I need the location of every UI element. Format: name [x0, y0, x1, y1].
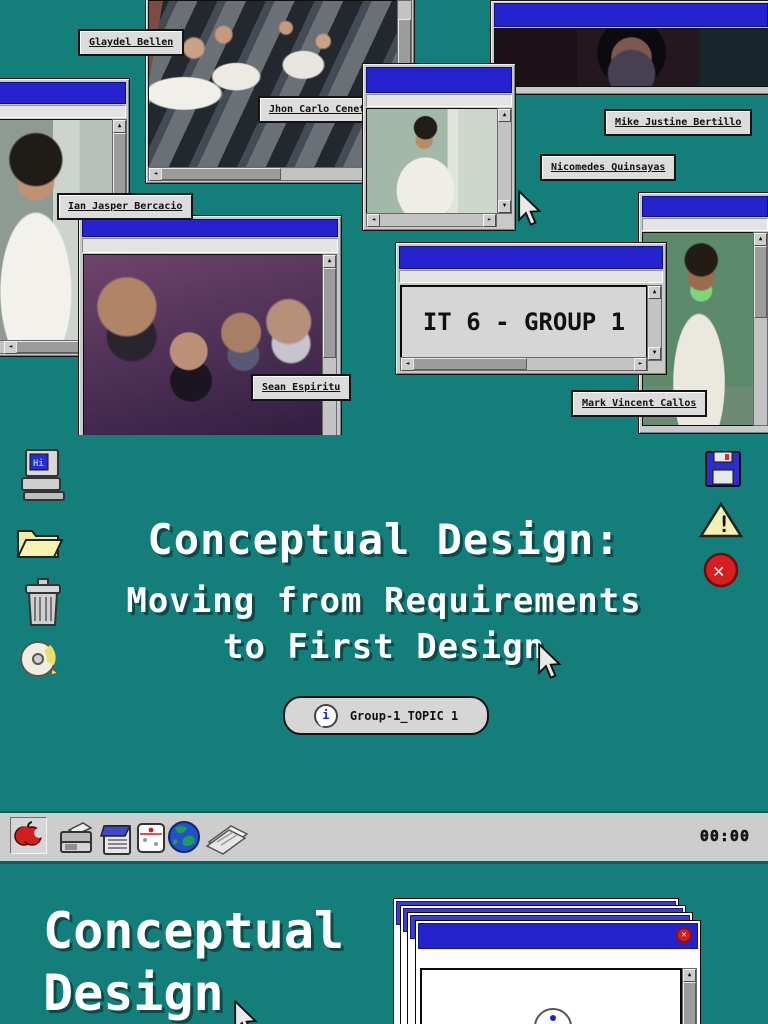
floppy-disk-icon[interactable] [704, 450, 742, 492]
scroll-down-icon[interactable]: ▼ [648, 347, 661, 360]
slide-canvas: ◄ ▲ ◄ ▲ ▼ ◄ ► ▲ IT 6 - GROUP 1 ▲ ▼ ◄ ► ▲… [0, 0, 768, 1024]
titlebar[interactable]: ✕ [418, 923, 698, 949]
group-title-text: IT 6 - GROUP 1 [422, 308, 626, 336]
group-title-content: IT 6 - GROUP 1 [400, 285, 648, 359]
mouse-cursor-icon [234, 1000, 258, 1024]
computer-icon[interactable]: Hi [20, 448, 66, 506]
name-label-mark-vincent-callos: Mark Vincent Callos [571, 390, 708, 417]
documents-icon[interactable] [203, 820, 251, 860]
horizontal-scrollbar[interactable]: ◄ ► [400, 357, 648, 371]
bottom-slide-title-line1: Conceptual [43, 902, 345, 960]
slide-subtitle-line1: Moving from Requirements [126, 581, 642, 621]
scroll-down-icon[interactable]: ▼ [498, 200, 511, 213]
classroom-horizontal-scrollbar[interactable]: ◄ [148, 167, 398, 181]
scroll-thumb[interactable] [161, 168, 281, 180]
dark-portrait-photo [494, 28, 768, 87]
taskbar: 00:00 [0, 811, 768, 864]
svg-text:Hi: Hi [33, 458, 44, 469]
scroll-up-icon[interactable]: ▲ [648, 286, 661, 299]
menu-strip [0, 105, 126, 118]
scroll-thumb[interactable] [323, 268, 336, 358]
front-window[interactable]: ✕ ▲ [415, 920, 701, 1024]
window-dark-photo[interactable] [490, 0, 768, 95]
close-icon[interactable]: ✕ [676, 927, 692, 943]
menu-strip [82, 238, 338, 253]
info-icon: i [313, 703, 338, 728]
notebook-icon[interactable] [99, 820, 135, 862]
titlebar[interactable] [494, 3, 768, 27]
scroll-right-icon[interactable]: ► [634, 358, 647, 371]
name-label-mike-justine-bertillo: Mike Justine Bertillo [604, 109, 753, 136]
vertical-scrollbar[interactable]: ▲ ▼ [497, 108, 512, 214]
front-window-content [420, 968, 682, 1024]
group-selfie-photo [83, 254, 323, 435]
scroll-thumb[interactable] [683, 982, 696, 1024]
scroll-up-icon[interactable]: ▲ [683, 969, 696, 982]
globe-icon[interactable] [167, 820, 201, 858]
titlebar[interactable] [399, 246, 663, 269]
collage-section: ◄ ▲ ◄ ▲ ▼ ◄ ► ▲ IT 6 - GROUP 1 ▲ ▼ ◄ ► ▲… [0, 0, 768, 435]
dice-icon[interactable] [134, 820, 168, 860]
title-slide-section: Hi ! ✕ Conceptual Design: Moving from Re… [0, 435, 768, 811]
scroll-thumb[interactable] [754, 246, 767, 318]
window-group-title[interactable]: IT 6 - GROUP 1 ▲ ▼ ◄ ► [395, 242, 667, 375]
info-icon [534, 1008, 572, 1024]
menu-strip [642, 218, 768, 231]
vertical-scrollbar[interactable]: ▲ [682, 968, 697, 1024]
scroll-up-icon[interactable]: ▲ [113, 120, 126, 133]
apple-menu-button[interactable] [10, 817, 47, 854]
menu-strip [399, 270, 663, 283]
titlebar[interactable] [366, 67, 512, 93]
scroll-thumb[interactable] [413, 358, 527, 370]
topic-badge-button[interactable]: i Group-1_TOPIC 1 [283, 696, 489, 735]
window-stack: ✕ ▲ [393, 898, 723, 1024]
slide-title: Conceptual Design: [147, 515, 621, 564]
taskbar-clock: 00:00 [699, 827, 750, 846]
name-label-nicomedes-quinsayas: Nicomedes Quinsayas [540, 154, 677, 181]
vertical-scrollbar[interactable]: ▲ [753, 232, 768, 426]
slide-subtitle-line2: to First Design [222, 627, 546, 667]
bottom-slide-section: Conceptual Design ✕ ▲ [0, 862, 768, 1024]
horizontal-scrollbar[interactable]: ◄ ► [366, 213, 497, 227]
apple-icon [14, 821, 44, 846]
scroll-up-icon[interactable]: ▲ [498, 109, 511, 122]
bottom-slide-title-line2: Design [43, 964, 224, 1022]
vertical-scrollbar[interactable]: ▲ ▼ [647, 285, 662, 361]
titlebar[interactable] [82, 219, 338, 237]
scroll-right-icon[interactable]: ► [483, 214, 496, 227]
titlebar[interactable] [0, 82, 126, 104]
titlebar[interactable] [642, 196, 768, 217]
mouse-cursor-icon [538, 643, 562, 679]
scroll-left-icon[interactable]: ◄ [367, 214, 380, 227]
scroll-up-icon[interactable]: ▲ [754, 233, 767, 246]
topic-badge-label: Group-1_TOPIC 1 [349, 708, 459, 723]
mouse-cursor-icon [518, 190, 542, 226]
name-label-glaydel-bellen: Glaydel Bellen [78, 29, 185, 56]
printer-icon[interactable] [57, 820, 99, 860]
standing-portrait-photo [366, 108, 498, 214]
name-label-sean-espiritu: Sean Espiritu [251, 374, 352, 401]
name-label-ian-jasper-bercacio: Ian Jasper Bercacio [57, 193, 194, 220]
vertical-scrollbar[interactable]: ▲ [322, 254, 337, 435]
window-standing-portrait[interactable]: ▲ ▼ ◄ ► [362, 63, 516, 231]
window-group-selfie[interactable]: ▲ [78, 215, 342, 435]
menu-strip [366, 94, 512, 107]
scroll-up-icon[interactable]: ▲ [323, 255, 336, 268]
